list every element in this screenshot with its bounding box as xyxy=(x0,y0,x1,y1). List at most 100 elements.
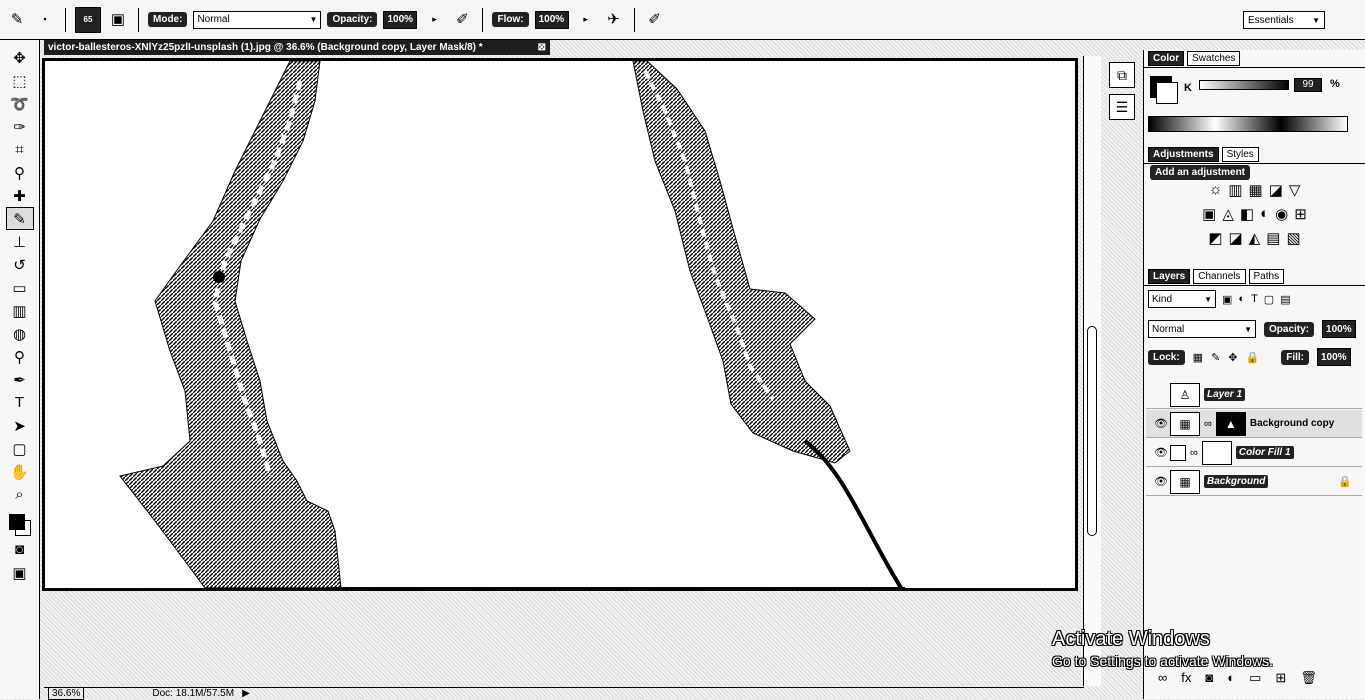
brush-tool-icon[interactable]: ✎ xyxy=(5,207,34,230)
levels-icon[interactable]: ▥ xyxy=(1228,181,1242,199)
color-balance-icon[interactable]: ◧ xyxy=(1240,205,1254,223)
filter-adjustment-icon[interactable]: ◐ xyxy=(1238,293,1245,305)
fill-input[interactable]: 100% xyxy=(1317,348,1351,366)
tab-swatches[interactable]: Swatches xyxy=(1187,51,1241,66)
dodge-tool-icon[interactable]: ⚲ xyxy=(6,345,34,368)
close-icon[interactable]: ⊠ xyxy=(538,42,550,53)
exposure-icon[interactable]: ◪ xyxy=(1269,181,1283,199)
add-mask-icon[interactable]: ◙ xyxy=(1205,670,1213,686)
link-layers-icon[interactable]: ∞ xyxy=(1158,670,1167,686)
threshold-icon[interactable]: ◭ xyxy=(1249,229,1261,247)
opacity-input[interactable]: 100% xyxy=(383,10,418,29)
type-tool-icon[interactable]: T xyxy=(6,391,34,414)
tab-styles[interactable]: Styles xyxy=(1221,147,1259,162)
gradient-triangle-icon[interactable]: ▽ xyxy=(1289,181,1301,199)
gradient-tool-icon[interactable]: ▥ xyxy=(6,299,34,322)
zoom-tool-icon[interactable]: ⌕ xyxy=(6,483,34,506)
tab-channels[interactable]: Channels xyxy=(1193,269,1246,284)
pressure-opacity-icon[interactable]: ✐ xyxy=(451,9,473,31)
eye-icon[interactable]: 👁 xyxy=(1154,417,1168,430)
path-selection-tool-icon[interactable]: ➤ xyxy=(6,414,34,437)
lock-all-icon[interactable]: 🔒 xyxy=(1246,351,1260,364)
filter-pixel-icon[interactable]: ▣ xyxy=(1222,293,1232,306)
healing-brush-tool-icon[interactable]: ✚ xyxy=(6,184,34,207)
invert-icon[interactable]: ◩ xyxy=(1208,229,1222,247)
kind-filter-select[interactable]: Kind ▼ xyxy=(1148,290,1216,308)
vertical-scrollbar[interactable] xyxy=(1083,56,1101,686)
color-swatches[interactable] xyxy=(5,508,35,538)
layer-name[interactable]: Color Fill 1 xyxy=(1235,446,1294,459)
selective-color-icon[interactable]: ▧ xyxy=(1286,229,1300,247)
layer-row[interactable]: 👁 ▦ Background 🔒 xyxy=(1146,468,1362,496)
properties-panel-icon[interactable]: ☰ xyxy=(1109,94,1135,120)
layer-name[interactable]: Background copy xyxy=(1250,418,1334,429)
zoom-level[interactable]: 36.6% xyxy=(48,687,85,700)
airbrush-icon[interactable]: ✈ xyxy=(603,9,625,31)
status-arrow-icon[interactable]: ▶ xyxy=(242,688,250,699)
vibrance-icon[interactable]: ▣ xyxy=(1202,205,1216,223)
quick-selection-tool-icon[interactable]: ✑ xyxy=(6,115,34,138)
scrollbar-thumb[interactable] xyxy=(1087,326,1097,536)
filter-type-icon[interactable]: T xyxy=(1251,293,1258,305)
document-tab[interactable]: victor-ballesteros-XNlYz25pzlI-unsplash … xyxy=(44,40,550,55)
link-icon[interactable]: ∞ xyxy=(1204,418,1212,430)
shape-tool-icon[interactable]: ▢ xyxy=(6,437,34,460)
tab-color[interactable]: Color xyxy=(1148,51,1185,66)
layer-row[interactable]: ♙ Layer 1 xyxy=(1146,381,1362,409)
brush-tool-icon[interactable]: ✎ xyxy=(6,9,28,31)
opacity-slider-toggle-icon[interactable]: ▸ xyxy=(423,9,445,31)
clone-stamp-tool-icon[interactable]: ⊥ xyxy=(6,230,34,253)
eye-icon[interactable]: 👁 xyxy=(1154,446,1168,459)
layer-row[interactable]: 👁 ▦ ∞ ▲ Background copy xyxy=(1146,410,1362,438)
mode-select[interactable]: Normal ▼ xyxy=(193,10,322,29)
layer-opacity-input[interactable]: 100% xyxy=(1322,320,1357,338)
brush-preset-picker[interactable]: 65 xyxy=(75,6,101,33)
link-icon[interactable]: ∞ xyxy=(1190,447,1198,459)
flow-input[interactable]: 100% xyxy=(534,10,569,29)
brightness-contrast-icon[interactable]: ☼ xyxy=(1209,181,1223,199)
pen-tool-icon[interactable]: ✒ xyxy=(6,368,34,391)
blend-mode-select[interactable]: Normal ▼ xyxy=(1148,320,1256,338)
new-group-icon[interactable]: ▭ xyxy=(1249,670,1261,686)
layer-mask-thumbnail[interactable] xyxy=(1201,440,1232,465)
foreground-color-swatch[interactable] xyxy=(8,514,25,530)
eye-icon[interactable]: 👁 xyxy=(1154,475,1168,488)
layer-style-icon[interactable]: fx xyxy=(1181,670,1191,686)
channel-value[interactable]: 99 xyxy=(1294,78,1322,92)
lock-transparency-icon[interactable]: ▦ xyxy=(1193,351,1203,364)
gradient-map-icon[interactable]: ▤ xyxy=(1266,229,1280,247)
filter-smart-icon[interactable]: ▤ xyxy=(1280,293,1290,306)
eraser-tool-icon[interactable]: ▭ xyxy=(6,276,34,299)
history-panel-icon[interactable]: ⧉ xyxy=(1109,62,1135,88)
quick-mask-icon[interactable]: ◙ xyxy=(6,538,34,561)
filter-shape-icon[interactable]: ▢ xyxy=(1264,293,1274,306)
brush-panel-toggle-icon[interactable]: ▣ xyxy=(107,9,129,31)
marquee-tool-icon[interactable]: ⬚ xyxy=(6,69,34,92)
canvas[interactable] xyxy=(42,58,1078,591)
lock-pixels-icon[interactable]: ✎ xyxy=(1211,351,1220,364)
workspace-switcher[interactable]: Essentials ▼ xyxy=(1243,11,1325,29)
lasso-tool-icon[interactable]: ➰ xyxy=(6,92,34,115)
channel-mixer-icon[interactable]: ⊞ xyxy=(1294,205,1307,223)
tab-layers[interactable]: Layers xyxy=(1148,269,1191,284)
tab-paths[interactable]: Paths xyxy=(1248,269,1285,284)
hue-saturation-icon[interactable]: ◬ xyxy=(1222,205,1234,223)
layer-name[interactable]: Background xyxy=(1204,475,1269,488)
screen-mode-icon[interactable]: ▣ xyxy=(6,561,34,584)
k-slider[interactable] xyxy=(1199,80,1289,90)
pressure-size-icon[interactable]: ✐ xyxy=(644,9,666,31)
eyedropper-tool-icon[interactable]: ⚲ xyxy=(6,161,34,184)
layer-mask-thumbnail[interactable]: ▲ xyxy=(1215,411,1246,436)
doc-size-info[interactable]: Doc: 18.1M/57.5M xyxy=(152,688,234,699)
crop-tool-icon[interactable]: ⌗ xyxy=(6,138,34,161)
photo-filter-icon[interactable]: ◉ xyxy=(1275,205,1288,223)
color-ramp[interactable] xyxy=(1148,116,1348,132)
tool-preset-dropdown-icon[interactable]: ▪ xyxy=(34,9,56,31)
posterize-icon[interactable]: ◪ xyxy=(1229,229,1243,247)
layer-name[interactable]: Layer 1 xyxy=(1204,388,1246,401)
new-adjustment-icon[interactable]: ◐ xyxy=(1227,670,1235,686)
new-layer-icon[interactable]: ⊞ xyxy=(1275,670,1286,686)
curves-icon[interactable]: ▦ xyxy=(1249,181,1263,199)
hand-tool-icon[interactable]: ✋ xyxy=(6,460,34,483)
move-tool-icon[interactable]: ✥ xyxy=(6,46,34,69)
